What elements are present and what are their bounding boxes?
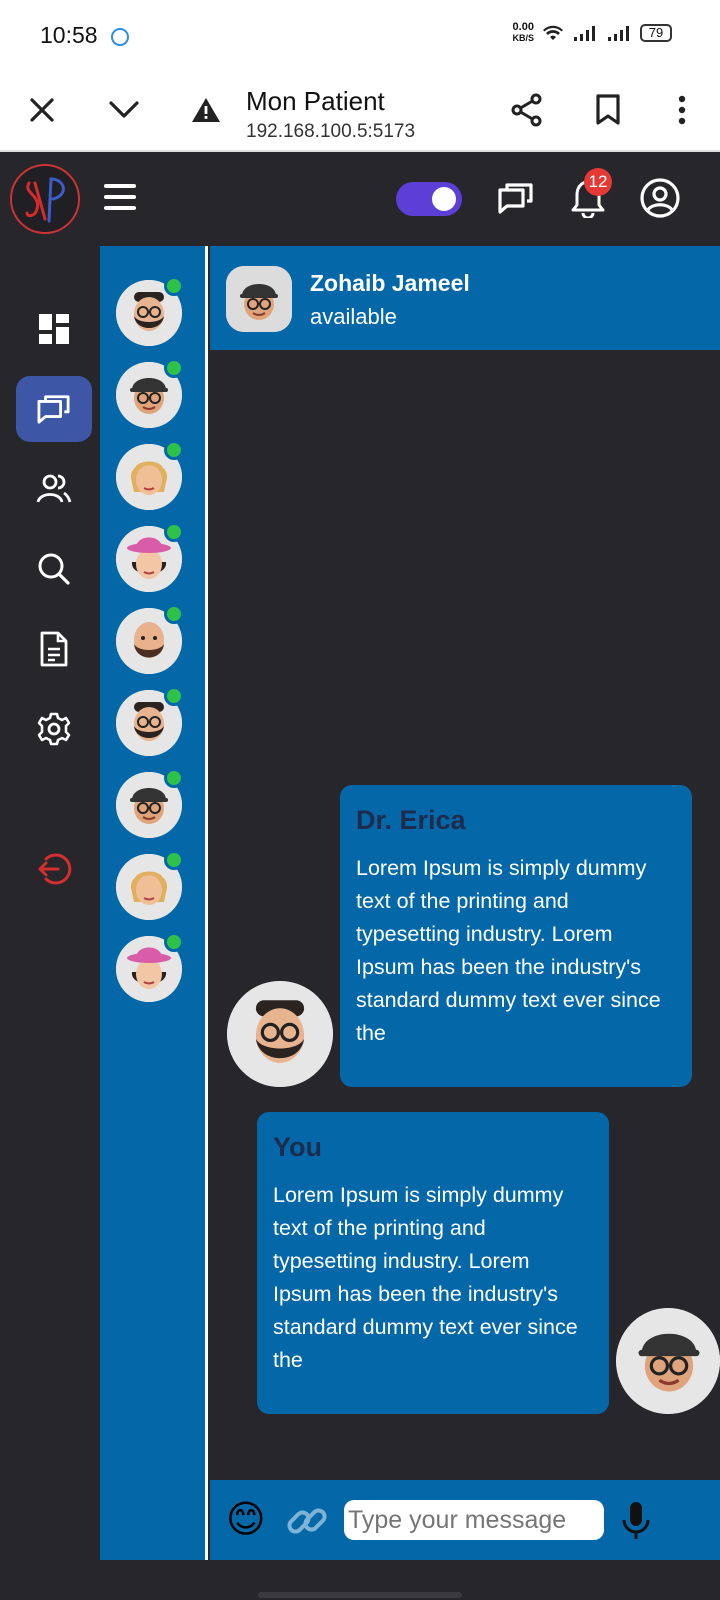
sidebar-item-chat[interactable]: [16, 376, 92, 442]
message-sender: You: [273, 1132, 322, 1162]
message-text: Lorem Ipsum is simply dummy text of the …: [356, 856, 661, 1045]
message-composer: 😊: [210, 1480, 720, 1560]
theme-toggle[interactable]: [396, 182, 462, 216]
online-status-dot: [164, 276, 184, 296]
messenger-notification-icon: [111, 28, 129, 46]
sidebar-item-logout[interactable]: [16, 836, 92, 902]
signal-1-icon: [574, 26, 595, 41]
online-status-dot: [164, 440, 184, 460]
sidebar-item-search[interactable]: [16, 536, 92, 602]
dashboard-icon: [39, 314, 69, 344]
message-sender: Dr. Erica: [356, 805, 466, 835]
share-icon[interactable]: [503, 86, 551, 134]
app-header: 12: [0, 152, 720, 246]
online-status-dot: [164, 604, 184, 624]
contact-avatar[interactable]: [116, 686, 184, 756]
users-icon: [36, 474, 72, 503]
bookmark-icon[interactable]: [584, 86, 632, 134]
network-speed: 0.00 KB/S: [512, 21, 534, 44]
page-title: Mon Patient: [246, 86, 385, 116]
menu-icon[interactable]: [104, 184, 136, 212]
wifi-icon: [543, 25, 563, 40]
contact-avatar[interactable]: [116, 932, 184, 1002]
close-icon[interactable]: [18, 86, 66, 134]
online-status-dot: [164, 522, 184, 542]
active-contact-status: available: [310, 304, 397, 329]
home-indicator[interactable]: [258, 1592, 462, 1598]
contact-avatar[interactable]: [116, 358, 184, 428]
search-icon: [38, 553, 70, 585]
sender-avatar: [227, 981, 333, 1087]
message-text: Lorem Ipsum is simply dummy text of the …: [273, 1183, 578, 1372]
active-contact-avatar[interactable]: [226, 266, 292, 332]
page-url[interactable]: 192.168.100.5:5173: [246, 121, 415, 143]
notification-bell-icon[interactable]: 12: [564, 168, 612, 222]
status-right: 0.00 KB/S 79: [512, 22, 672, 44]
notification-badge: 12: [584, 168, 612, 196]
battery-indicator: 79: [640, 24, 672, 42]
warning-icon[interactable]: [182, 86, 230, 134]
online-status-dot: [164, 686, 184, 706]
contact-avatar[interactable]: [116, 768, 184, 838]
browser-toolbar: Mon Patient 192.168.100.5:5173: [0, 72, 720, 152]
my-avatar: [616, 1308, 720, 1414]
sidebar-item-users[interactable]: [16, 456, 92, 522]
online-status-dot: [164, 850, 184, 870]
contact-avatar[interactable]: [116, 522, 184, 592]
sidebar: [0, 246, 100, 1600]
emoji-button[interactable]: 😊: [226, 1498, 266, 1542]
message-input[interactable]: [344, 1500, 604, 1540]
gear-icon: [37, 712, 71, 746]
chat-header: Zohaib Jameel available: [210, 246, 720, 350]
contact-avatar[interactable]: [116, 604, 184, 674]
chat-icon: [37, 395, 70, 424]
active-contact-name: Zohaib Jameel: [310, 270, 470, 296]
message-bubble-sent[interactable]: You Lorem Ipsum is simply dummy text of …: [257, 1112, 609, 1414]
contact-avatar[interactable]: [116, 276, 184, 346]
status-bar: 10:58 0.00 KB/S 79: [0, 0, 720, 72]
chevron-down-icon[interactable]: [100, 86, 148, 134]
contact-list: [100, 246, 208, 1560]
messages-icon[interactable]: [492, 174, 540, 222]
document-icon: [40, 631, 68, 667]
account-icon[interactable]: [636, 174, 684, 222]
contact-avatar[interactable]: [116, 440, 184, 510]
attach-link-icon[interactable]: [284, 1498, 330, 1544]
message-bubble-received[interactable]: Dr. Erica Lorem Ipsum is simply dummy te…: [340, 785, 692, 1087]
sidebar-item-documents[interactable]: [16, 616, 92, 682]
logout-icon: [38, 853, 72, 885]
online-status-dot: [164, 768, 184, 788]
more-vert-icon[interactable]: [658, 86, 706, 134]
sidebar-item-settings[interactable]: [16, 696, 92, 762]
online-status-dot: [164, 358, 184, 378]
app-logo[interactable]: [10, 164, 80, 234]
sidebar-item-dashboard[interactable]: [16, 296, 92, 362]
status-time: 10:58: [40, 22, 98, 48]
microphone-icon[interactable]: [616, 1500, 656, 1542]
signal-2-icon: [608, 26, 629, 41]
online-status-dot: [164, 932, 184, 952]
contact-avatar[interactable]: [116, 850, 184, 920]
